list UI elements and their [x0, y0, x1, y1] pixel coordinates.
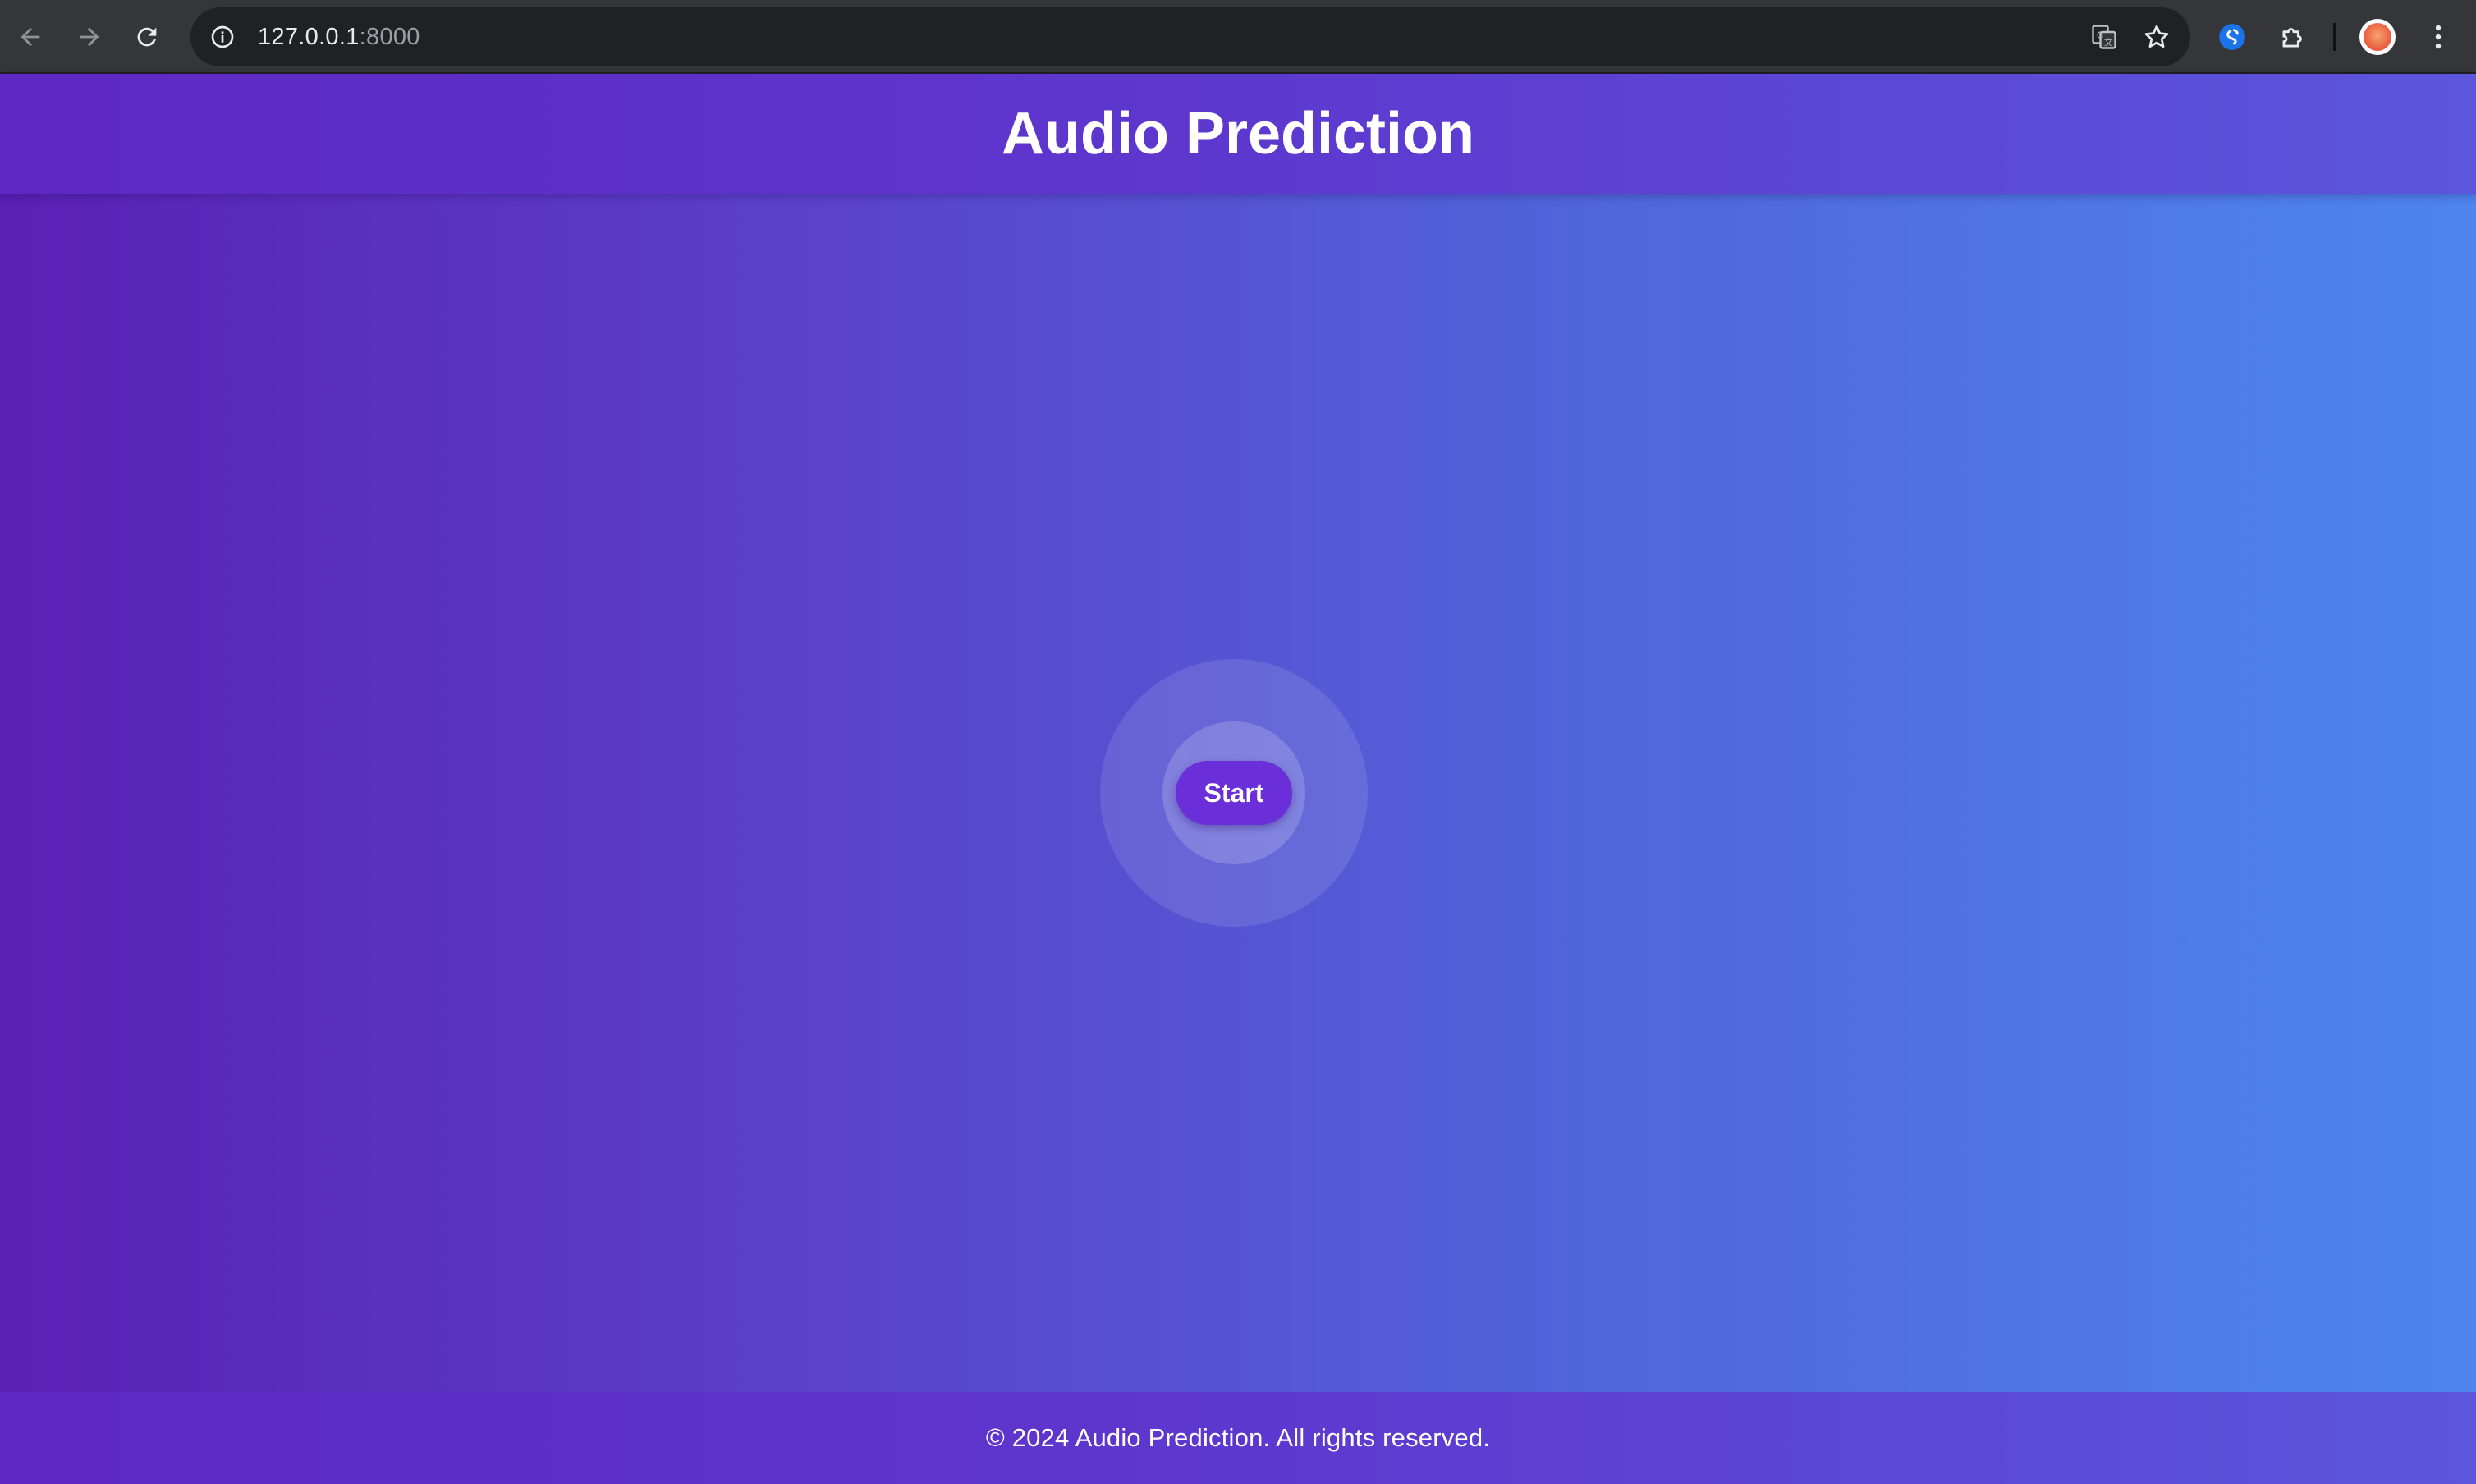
kebab-menu-icon: [2435, 25, 2442, 49]
back-arrow-icon: [21, 27, 40, 47]
copyright-text: © 2024 Audio Prediction. All rights rese…: [985, 1423, 1491, 1452]
url-text[interactable]: 127.0.0.1:8000: [258, 24, 420, 51]
avatar: [2359, 19, 2396, 55]
star-icon: [2144, 25, 2169, 48]
main-area: Start: [0, 194, 2476, 1466]
puzzle-icon: [2282, 28, 2302, 48]
profile-button[interactable]: [2354, 13, 2401, 61]
page-title: Audio Prediction: [1002, 101, 1474, 167]
info-icon: [211, 25, 234, 48]
site-info-button[interactable]: [202, 16, 243, 57]
menu-button[interactable]: [2414, 13, 2462, 61]
browser-toolbar: 127.0.0.1:8000 G 文: [0, 0, 2476, 74]
shazam-extension-button[interactable]: [2208, 13, 2256, 61]
url-port: :8000: [359, 23, 420, 50]
back-button[interactable]: [8, 15, 53, 59]
pulse-ring-outer: Start: [1100, 659, 1368, 927]
reload-icon: [137, 27, 157, 47]
pulse-ring-inner: Start: [1162, 721, 1305, 864]
site-footer: © 2024 Audio Prediction. All rights rese…: [0, 1392, 2476, 1484]
translate-button[interactable]: G 文: [2082, 15, 2126, 59]
url-host: 127.0.0.1: [258, 23, 360, 50]
site-header: Audio Prediction: [0, 74, 2476, 194]
page-content: Audio Prediction Start © 2024 Audio Pred…: [0, 74, 2476, 1484]
extensions-button[interactable]: [2269, 13, 2317, 61]
toolbar-divider: [2333, 23, 2336, 51]
shazam-icon: [2219, 24, 2245, 50]
svg-text:G: G: [2097, 31, 2103, 41]
reload-button[interactable]: [125, 15, 169, 59]
forward-arrow-icon: [80, 27, 99, 47]
start-button[interactable]: Start: [1176, 761, 1292, 825]
translate-icon: G 文: [2092, 25, 2116, 49]
forward-button[interactable]: [67, 15, 112, 59]
address-bar[interactable]: 127.0.0.1:8000 G 文: [190, 7, 2190, 66]
svg-text:文: 文: [2104, 37, 2113, 48]
bookmark-button[interactable]: [2134, 15, 2179, 59]
